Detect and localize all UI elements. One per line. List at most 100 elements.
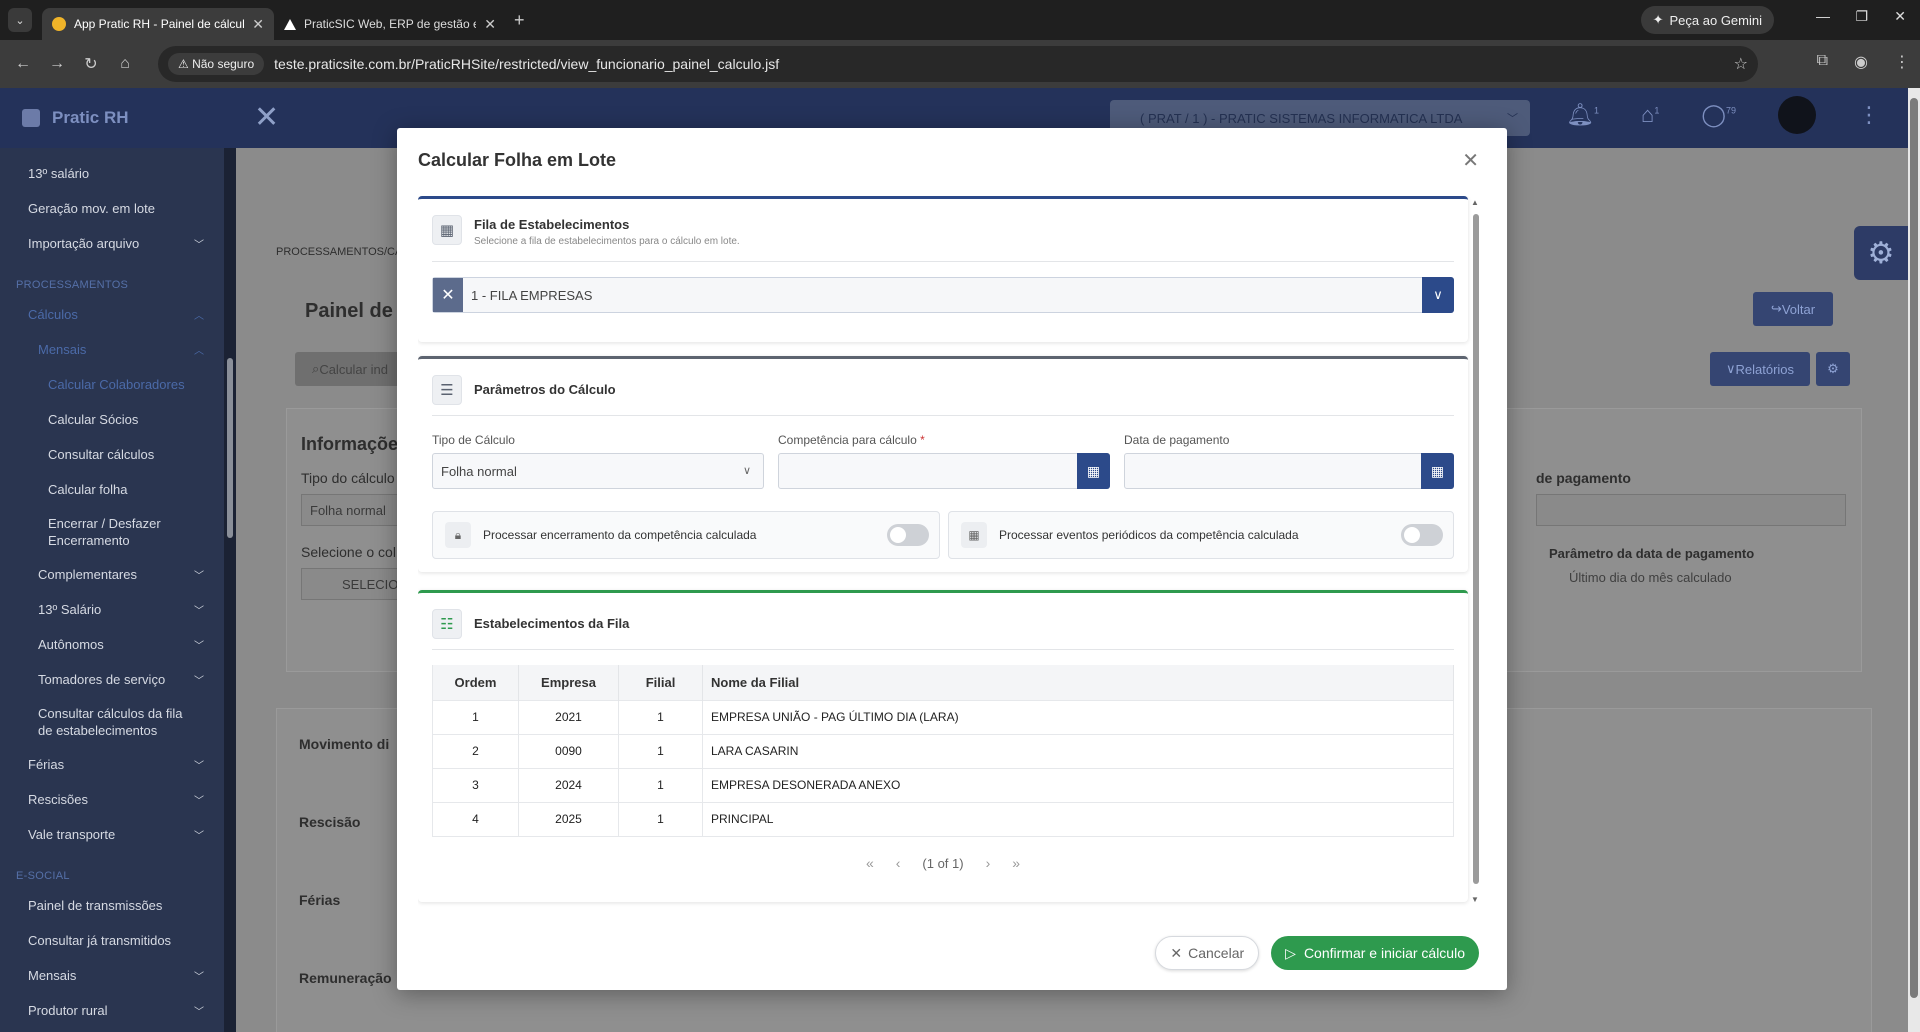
sidebar-item[interactable]: Consultar cálculos xyxy=(0,437,224,472)
tipo-calculo-label: Tipo de Cálculo xyxy=(432,433,515,447)
back-icon[interactable]: ← xyxy=(6,55,40,73)
forward-icon[interactable]: → xyxy=(40,55,74,73)
parametros-card: ☰ Parâmetros do Cálculo Tipo de Cálculo … xyxy=(418,356,1468,572)
modal-scrollbar[interactable]: ▲ ▼ xyxy=(1471,198,1481,904)
sidebar-item[interactable]: Tomadores de serviço ﹀ xyxy=(0,662,224,697)
avatar[interactable] xyxy=(1778,96,1816,134)
tag-icon[interactable]: ⌂1 xyxy=(1641,102,1659,134)
browser-tab-active[interactable]: App Pratic RH - Painel de cálculo ✕ xyxy=(42,8,274,40)
cell-nome-filial: LARA CASARIN xyxy=(702,733,1454,768)
calendar-icon[interactable]: ▦ xyxy=(1421,453,1454,489)
kebab-menu-icon[interactable]: ⋮ xyxy=(1858,102,1880,134)
sidebar-item[interactable]: Férias ﹀ xyxy=(0,747,224,782)
table-row[interactable]: 3 2024 1 EMPRESA DESONERADA ANEXO xyxy=(432,767,1454,802)
sidebar-item[interactable]: Produtor rural ﹀ xyxy=(0,993,224,1028)
sidebar-item[interactable]: 13º salário xyxy=(0,156,224,191)
prev-page-icon[interactable]: ‹ xyxy=(896,855,901,871)
competencia-input[interactable]: ▦ xyxy=(778,453,1110,489)
cancel-button[interactable]: ✕ Cancelar xyxy=(1155,936,1260,970)
home-icon[interactable]: ⌂ xyxy=(108,55,142,73)
close-icon[interactable]: ✕ xyxy=(1462,148,1479,173)
minimize-icon[interactable]: — xyxy=(1816,8,1830,24)
gemini-button[interactable]: ✦ Peça ao Gemini xyxy=(1640,6,1774,34)
bookmark-star-icon[interactable]: ☆ xyxy=(1734,54,1748,74)
tipo-calculo-select[interactable]: Folha normal ∨ xyxy=(432,453,764,489)
sidebar-item[interactable]: Rescisões ﹀ xyxy=(0,782,224,817)
reload-icon[interactable]: ↻ xyxy=(74,54,108,74)
chat-icon[interactable]: ◯79 xyxy=(1701,102,1736,134)
sidebar-item[interactable]: Consultar cálculos da fila de estabeleci… xyxy=(0,697,224,747)
relatorios-button[interactable]: ∨ Relatórios xyxy=(1710,352,1810,386)
last-page-icon[interactable]: » xyxy=(1012,855,1020,871)
table-row[interactable]: 4 2025 1 PRINCIPAL xyxy=(432,801,1454,837)
estabelecimentos-card: ☷ Estabelecimentos da Fila Ordem Empresa… xyxy=(418,590,1468,902)
sidebar-item[interactable]: Painel de transmissões xyxy=(0,888,224,923)
panel-title: Férias xyxy=(299,892,341,908)
column-header[interactable]: Filial xyxy=(618,665,703,700)
bell-icon[interactable]: 🔔︎1 xyxy=(1566,102,1599,134)
next-page-icon[interactable]: › xyxy=(986,855,991,871)
encerramento-switch[interactable] xyxy=(887,524,929,546)
browser-menu-icon[interactable]: ⋮ xyxy=(1894,52,1910,72)
extensions-icon[interactable]: ⧉ xyxy=(1817,52,1828,72)
scroll-up-icon[interactable]: ▲ xyxy=(1471,198,1479,207)
chevron-down-icon: ﹀ xyxy=(194,1007,204,1018)
sidebar-item[interactable]: Calcular folha xyxy=(0,472,224,507)
cell-nome-filial: EMPRESA DESONERADA ANEXO xyxy=(702,767,1454,802)
sidebar-item-calcular-colaboradores[interactable]: Calcular Colaboradores xyxy=(0,367,224,402)
cell-filial: 1 xyxy=(618,767,703,802)
tab-search-button[interactable]: ⌄ xyxy=(8,8,32,32)
fila-select[interactable]: ✕ 1 - FILA EMPRESAS ∨ xyxy=(432,277,1454,313)
panel-title: Remuneração xyxy=(299,970,392,986)
calendar-icon[interactable]: ▦ xyxy=(1077,453,1110,489)
scroll-down-icon[interactable]: ▼ xyxy=(1471,895,1479,904)
sidebar-item-mensais[interactable]: Mensais ︿ xyxy=(0,332,224,367)
first-page-icon[interactable]: « xyxy=(866,855,874,871)
sidebar-item[interactable]: Consultar já transmitidos xyxy=(0,923,224,958)
new-tab-icon[interactable]: + xyxy=(514,10,525,31)
sidebar-scrollbar[interactable] xyxy=(224,148,236,1032)
data-pagamento-input[interactable]: ▦ xyxy=(1124,453,1454,489)
calcular-individual-button[interactable]: ⌕ Calcular ind xyxy=(295,352,405,386)
confirm-calculation-button[interactable]: ▷ Confirmar e iniciar cálculo xyxy=(1271,936,1479,970)
brand-name: Pratic RH xyxy=(52,108,129,127)
sidebar-item[interactable]: Encerrar / Desfazer Encerramento xyxy=(0,507,224,557)
restore-icon[interactable]: ❐ xyxy=(1855,8,1868,25)
clear-icon[interactable]: ✕ xyxy=(433,278,463,312)
column-header[interactable]: Ordem xyxy=(432,665,519,700)
close-tab-icon[interactable]: ✕ xyxy=(252,16,264,33)
column-header[interactable]: Empresa xyxy=(518,665,619,700)
sidebar-item[interactable]: Importação arquivo ﹀ xyxy=(0,226,224,261)
sidebar-item[interactable]: Vale transporte ﹀ xyxy=(0,817,224,852)
table-row[interactable]: 1 2021 1 EMPRESA UNIÃO - PAG ÚLTIMO DIA … xyxy=(432,699,1454,734)
close-tab-icon[interactable]: ✕ xyxy=(484,16,496,33)
sidebar-item[interactable]: Complementares ﹀ xyxy=(0,557,224,592)
brand-logo-icon xyxy=(22,109,40,127)
column-header[interactable]: Nome da Filial xyxy=(702,665,1454,700)
url-text: teste.praticsite.com.br/PraticRHSite/res… xyxy=(274,56,780,72)
settings-icon[interactable]: ⚙ xyxy=(1816,352,1850,386)
ultimo-dia-text: Último dia do mês calculado xyxy=(1569,570,1732,585)
sidebar-item[interactable]: Mensais ﹀ xyxy=(0,958,224,993)
settings-gear-icon[interactable]: ⚙ xyxy=(1854,226,1908,280)
chevron-down-icon[interactable]: ∨ xyxy=(1422,277,1454,313)
eventos-switch[interactable] xyxy=(1401,524,1443,546)
not-secure-badge[interactable]: ⚠ Não seguro xyxy=(168,53,265,75)
table-row[interactable]: 2 0090 1 LARA CASARIN xyxy=(432,733,1454,768)
param-data-title: Parâmetro da data de pagamento xyxy=(1549,546,1755,561)
window-close-icon[interactable]: ✕ xyxy=(1894,8,1906,25)
address-bar[interactable]: ⚠ Não seguro teste.praticsite.com.br/Pra… xyxy=(158,46,1758,82)
profile-icon[interactable]: ◉ xyxy=(1854,52,1868,72)
close-menu-icon[interactable]: ✕ xyxy=(254,100,279,135)
sidebar-item[interactable]: Geração mov. em lote xyxy=(0,191,224,226)
browser-tab[interactable]: PraticSIC Web, ERP de gestão e ✕ xyxy=(274,8,506,40)
voltar-button[interactable]: ↪ Voltar xyxy=(1753,292,1833,326)
sidebar-item-calculos[interactable]: Cálculos ︿ xyxy=(0,297,224,332)
modal-body: ▦ Fila de Estabelecimentos Selecione a f… xyxy=(418,196,1480,912)
page-scrollbar[interactable] xyxy=(1908,88,1920,1032)
sidebar-item[interactable]: 13º Salário ﹀ xyxy=(0,592,224,627)
sidebar-item[interactable]: Calcular Sócios xyxy=(0,402,224,437)
sidebar-item[interactable]: Autônomos ﹀ xyxy=(0,627,224,662)
data-pagamento-input[interactable] xyxy=(1536,494,1846,526)
chevron-down-icon: ﹀ xyxy=(194,571,204,582)
